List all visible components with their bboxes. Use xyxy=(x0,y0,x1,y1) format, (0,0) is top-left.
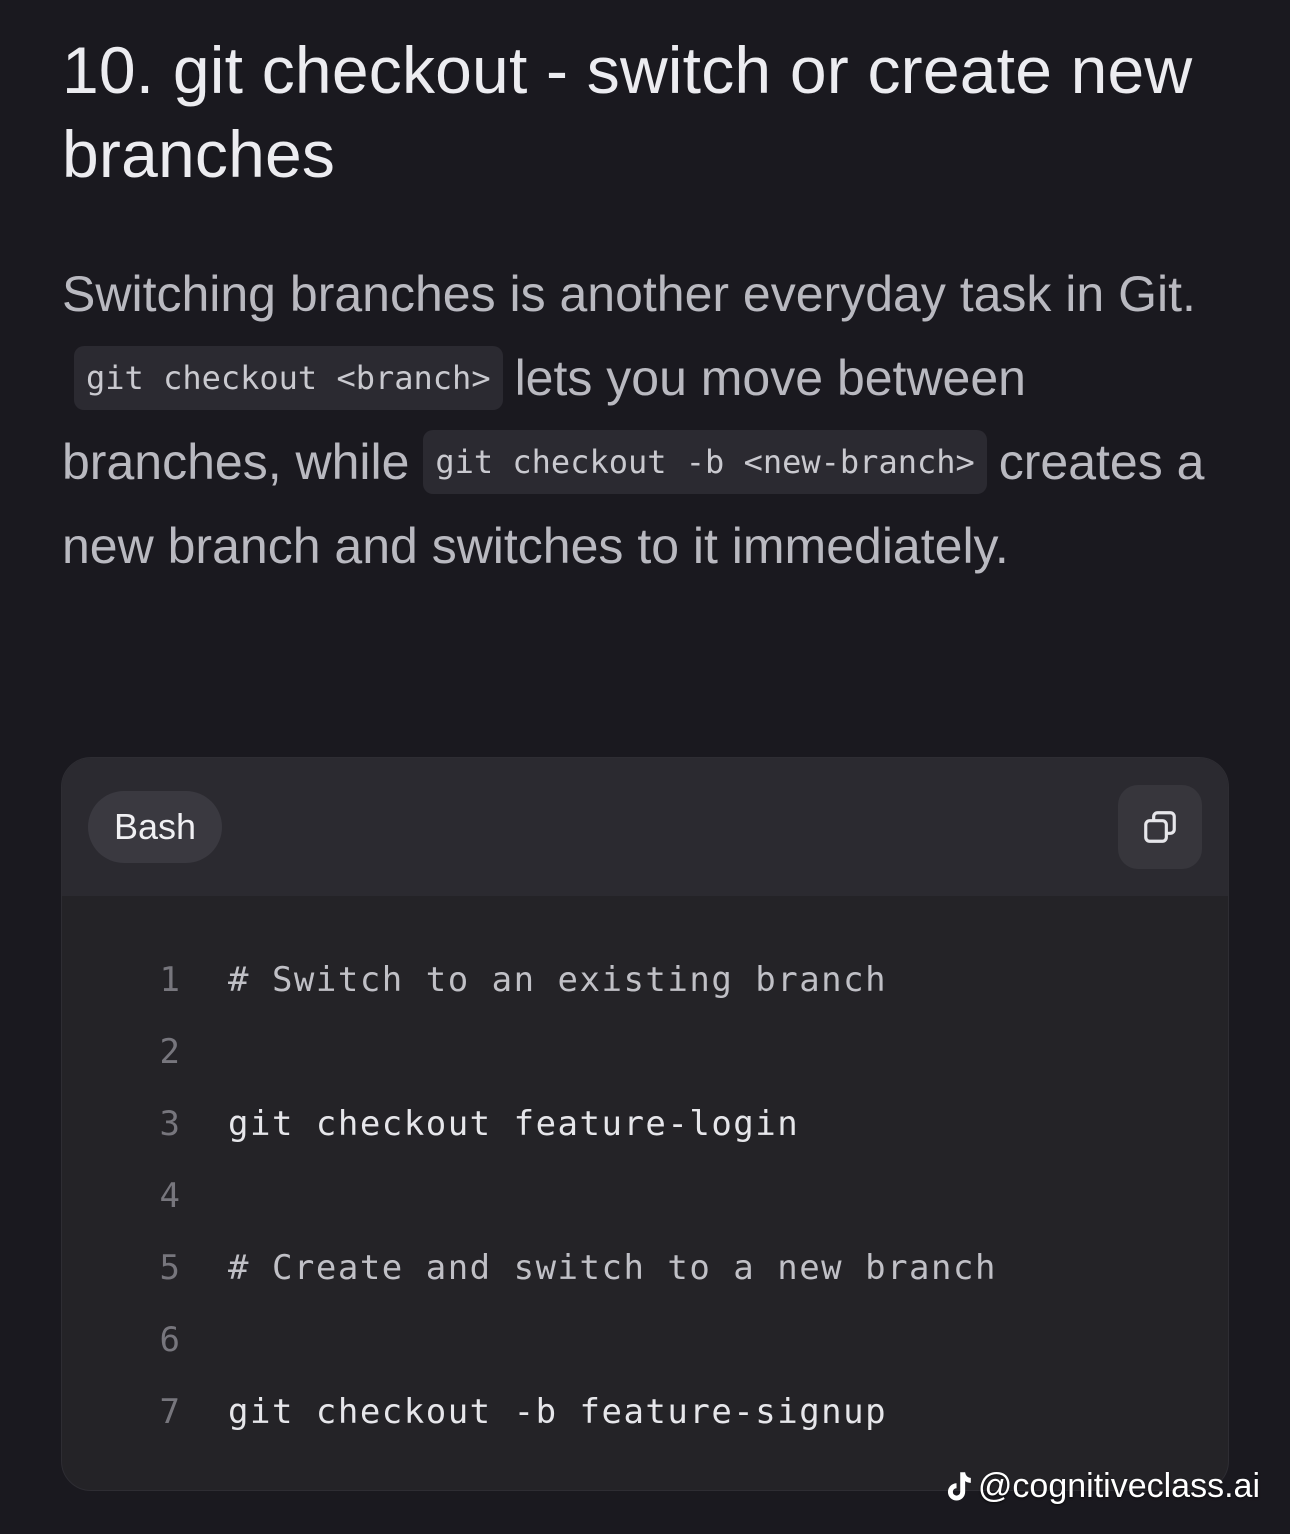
code-body: 1 # Switch to an existing branch 2 3 git… xyxy=(62,896,1228,1448)
watermark: @cognitiveclass.ai xyxy=(944,1467,1260,1506)
tiktok-icon xyxy=(944,1471,974,1503)
code-line: 4 xyxy=(62,1160,1228,1232)
line-number: 4 xyxy=(62,1160,180,1232)
code-line: 2 xyxy=(62,1016,1228,1088)
code-text: git checkout -b feature-signup xyxy=(228,1376,887,1448)
watermark-handle: @cognitiveclass.ai xyxy=(978,1467,1260,1506)
intro-paragraph: Switching branches is another everyday t… xyxy=(62,252,1242,588)
article: 10. git checkout - switch or create new … xyxy=(62,28,1242,588)
line-number: 6 xyxy=(62,1304,180,1376)
line-number: 5 xyxy=(62,1232,180,1304)
code-line: 6 xyxy=(62,1304,1228,1376)
code-block: Bash 1 # Switch to an existing branch 2 … xyxy=(61,757,1229,1491)
line-number: 2 xyxy=(62,1016,180,1088)
code-line: 1 # Switch to an existing branch xyxy=(62,944,1228,1016)
code-text: git checkout feature-login xyxy=(228,1088,799,1160)
code-line: 7 git checkout -b feature-signup xyxy=(62,1376,1228,1448)
section-heading: 10. git checkout - switch or create new … xyxy=(62,28,1242,196)
language-badge: Bash xyxy=(88,791,222,863)
line-number: 7 xyxy=(62,1376,180,1448)
code-text: # Create and switch to a new branch xyxy=(228,1232,997,1304)
inline-code-checkout: git checkout <branch> xyxy=(74,346,503,410)
code-text: # Switch to an existing branch xyxy=(228,944,887,1016)
code-block-header: Bash xyxy=(62,758,1228,896)
code-line: 3 git checkout feature-login xyxy=(62,1088,1228,1160)
copy-icon xyxy=(1141,808,1179,846)
paragraph-text-1: Switching branches is another everyday t… xyxy=(62,266,1196,322)
line-number: 3 xyxy=(62,1088,180,1160)
code-line: 5 # Create and switch to a new branch xyxy=(62,1232,1228,1304)
copy-button[interactable] xyxy=(1118,785,1202,869)
line-number: 1 xyxy=(62,944,180,1016)
inline-code-checkout-b: git checkout -b <new-branch> xyxy=(423,430,986,494)
